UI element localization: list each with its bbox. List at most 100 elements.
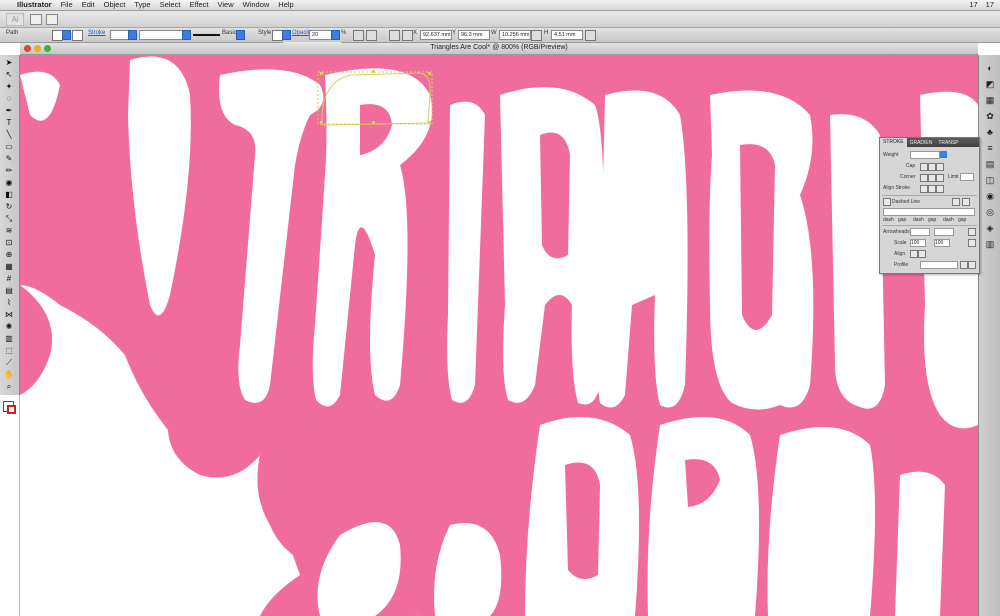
menu-edit[interactable]: Edit: [82, 0, 95, 10]
flip-along-button[interactable]: [960, 261, 968, 269]
color-panel-icon[interactable]: ◐: [985, 63, 995, 73]
zoom-icon[interactable]: ⌕: [4, 382, 14, 391]
weight-dropdown[interactable]: [940, 151, 947, 158]
limit-field[interactable]: [960, 173, 974, 181]
selection-tool-icon[interactable]: ➤: [4, 58, 14, 67]
menu-window[interactable]: Window: [243, 0, 270, 10]
arrow-tip-end-button[interactable]: [918, 250, 926, 258]
brush-dropdown[interactable]: [236, 30, 245, 40]
align-inside-button[interactable]: [928, 185, 936, 193]
menu-select[interactable]: Select: [160, 0, 181, 10]
direct-selection-icon[interactable]: ↖: [4, 70, 14, 79]
link-scale-button[interactable]: [968, 239, 976, 247]
shape-builder-icon[interactable]: ⊕: [4, 250, 14, 259]
transform-icon[interactable]: [585, 30, 596, 41]
dash-gap-fields[interactable]: [883, 208, 975, 216]
lasso-icon[interactable]: ◌: [4, 94, 14, 103]
align-to-icon[interactable]: [389, 30, 400, 41]
blob-brush-icon[interactable]: ◉: [4, 178, 14, 187]
symbol-sprayer-icon[interactable]: ✺: [4, 322, 14, 331]
align-outside-button[interactable]: [936, 185, 944, 193]
menu-view[interactable]: View: [217, 0, 233, 10]
scale-icon[interactable]: ⤡: [4, 214, 14, 223]
stroke-weight-dropdown[interactable]: [128, 30, 137, 40]
h-field[interactable]: 4.51 mm: [551, 30, 583, 40]
type-icon[interactable]: T: [4, 118, 14, 127]
menu-type[interactable]: Type: [134, 0, 150, 10]
mesh-icon[interactable]: #: [4, 274, 14, 283]
width-icon[interactable]: ≋: [4, 226, 14, 235]
stroke-link[interactable]: Stroke: [88, 30, 105, 36]
menu-extra-1[interactable]: 17: [969, 0, 977, 10]
projecting-cap-button[interactable]: [936, 163, 944, 171]
tab-stroke[interactable]: STROKE: [880, 138, 907, 147]
swap-arrowheads-button[interactable]: [968, 228, 976, 236]
scale-start-field[interactable]: 100: [910, 239, 926, 247]
symbols-panel-icon[interactable]: ♣: [985, 127, 995, 137]
bridge-icon[interactable]: [30, 14, 42, 25]
reference-point-icon[interactable]: [402, 30, 413, 41]
gradient-icon[interactable]: ▤: [4, 286, 14, 295]
artboard-icon[interactable]: ⬚: [4, 346, 14, 355]
bevel-join-button[interactable]: [936, 174, 944, 182]
dash-preserve-button[interactable]: [962, 198, 970, 206]
blend-icon[interactable]: ⋈: [4, 310, 14, 319]
free-transform-icon[interactable]: ⊡: [4, 238, 14, 247]
arrowhead-start-field[interactable]: [910, 228, 930, 236]
miter-join-button[interactable]: [920, 174, 928, 182]
tab-transparency[interactable]: TRANSP: [935, 140, 961, 146]
brushes-panel-icon[interactable]: ✿: [985, 111, 995, 121]
isolate-object-icon[interactable]: [366, 30, 377, 41]
graphic-styles-icon[interactable]: ◎: [985, 207, 995, 217]
artboards-panel-icon[interactable]: ▥: [985, 239, 995, 249]
magic-wand-icon[interactable]: ✦: [4, 82, 14, 91]
slice-icon[interactable]: ⟋: [4, 358, 14, 367]
stroke-panel-icon[interactable]: ≡: [985, 143, 995, 153]
menu-help[interactable]: Help: [278, 0, 293, 10]
hand-icon[interactable]: ✋: [4, 370, 14, 379]
scale-end-field[interactable]: 100: [934, 239, 950, 247]
variable-width-field[interactable]: [139, 30, 187, 40]
eraser-icon[interactable]: ◧: [4, 190, 14, 199]
layers-panel-icon[interactable]: ◈: [985, 223, 995, 233]
line-icon[interactable]: ╲: [4, 130, 14, 139]
w-field[interactable]: 10.256 mm: [499, 30, 531, 40]
fill-dropdown[interactable]: [62, 30, 71, 40]
align-center-button[interactable]: [920, 185, 928, 193]
menu-extra-2[interactable]: 17: [986, 0, 994, 10]
opacity-dropdown[interactable]: [331, 30, 340, 40]
dashed-line-checkbox[interactable]: [883, 198, 891, 206]
arrowhead-end-field[interactable]: [934, 228, 954, 236]
round-cap-button[interactable]: [928, 163, 936, 171]
variable-width-dropdown[interactable]: [182, 30, 191, 40]
artboard-canvas[interactable]: [20, 55, 978, 616]
rotate-icon[interactable]: ↻: [4, 202, 14, 211]
graph-icon[interactable]: ▥: [4, 334, 14, 343]
pen-icon[interactable]: ✒: [4, 106, 14, 115]
arrange-documents-icon[interactable]: [46, 14, 58, 25]
style-dropdown[interactable]: [282, 30, 291, 40]
menu-file[interactable]: File: [61, 0, 73, 10]
constrain-proportions-icon[interactable]: [531, 30, 542, 41]
swatches-panel-icon[interactable]: ▦: [985, 95, 995, 105]
tab-gradient[interactable]: GRADIEN: [907, 140, 936, 146]
app-menu[interactable]: Illustrator: [17, 0, 52, 10]
menu-object[interactable]: Object: [104, 0, 126, 10]
dash-align-corners-button[interactable]: [952, 198, 960, 206]
paintbrush-icon[interactable]: ✎: [4, 154, 14, 163]
arrow-tip-beyond-button[interactable]: [910, 250, 918, 258]
color-guide-icon[interactable]: ◩: [985, 79, 995, 89]
perspective-grid-icon[interactable]: ▦: [4, 262, 14, 271]
flip-across-button[interactable]: [968, 261, 976, 269]
stroke-color-swatch[interactable]: [7, 405, 16, 414]
weight-field[interactable]: [910, 151, 940, 159]
round-join-button[interactable]: [928, 174, 936, 182]
rectangle-icon[interactable]: ▭: [4, 142, 14, 151]
gradient-panel-icon[interactable]: ▤: [985, 159, 995, 169]
pencil-icon[interactable]: ✏: [4, 166, 14, 175]
profile-dropdown[interactable]: [920, 261, 958, 269]
menu-effect[interactable]: Effect: [189, 0, 208, 10]
butt-cap-button[interactable]: [920, 163, 928, 171]
transparency-panel-icon[interactable]: ◫: [985, 175, 995, 185]
stroke-swatch[interactable]: [72, 30, 83, 41]
